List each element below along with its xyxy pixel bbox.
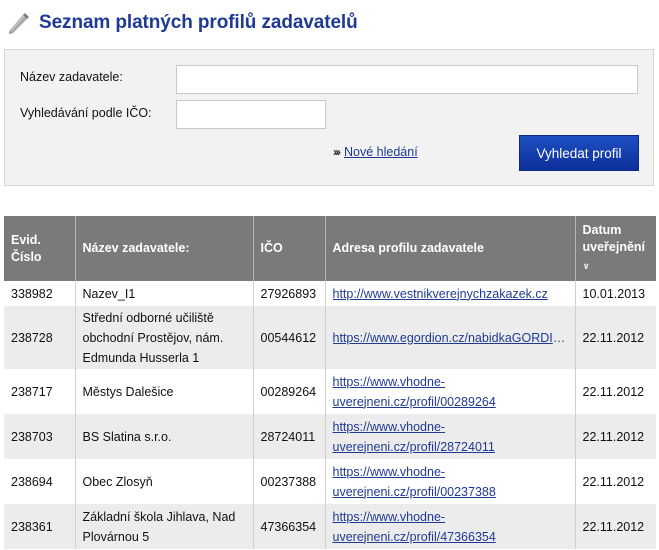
cell-name: Základní škola Jihlava, Nad Plovárnou 5 bbox=[75, 504, 254, 549]
new-search-link[interactable]: Nové hledání bbox=[344, 145, 418, 159]
col-header-name: Název zadavatele: bbox=[75, 216, 254, 281]
table-row: 238703 BS Slatina s.r.o. 28724011 https:… bbox=[4, 414, 656, 459]
cell-evid: 238717 bbox=[4, 369, 76, 414]
sort-desc-icon[interactable]: ∨ bbox=[583, 258, 650, 275]
table-row: 238694 Obec Zlosyň 00237388 https://www.… bbox=[4, 459, 656, 504]
cell-evid: 338982 bbox=[4, 281, 76, 306]
col-header-date-label: Datum uveřejnění bbox=[582, 223, 646, 254]
page-title: Seznam platných profilů zadavatelů bbox=[39, 12, 358, 33]
cell-date: 22.11.2012 bbox=[575, 459, 656, 504]
cell-date: 10.01.2013 bbox=[575, 281, 656, 306]
cell-name: Městys Dalešice bbox=[75, 369, 254, 414]
col-header-evid: Evid. Číslo bbox=[4, 216, 76, 281]
search-profile-button[interactable]: Vyhledat profil bbox=[519, 135, 639, 171]
cell-date: 22.11.2012 bbox=[575, 504, 656, 549]
cell-ico: 28724011 bbox=[253, 414, 326, 459]
ico-label: Vyhledávání podle IČO: bbox=[20, 106, 152, 120]
cell-name: Obec Zlosyň bbox=[75, 459, 254, 504]
profile-link[interactable]: http://www.vestnikverejnychzakazek.cz bbox=[333, 284, 568, 304]
col-header-date[interactable]: Datum uveřejnění ∨ bbox=[575, 216, 656, 281]
cell-ico: 00544612 bbox=[253, 306, 326, 369]
name-input[interactable] bbox=[176, 65, 638, 94]
cell-ico: 27926893 bbox=[253, 281, 326, 306]
cell-url: https://www.vhodne-uverejneni.cz/profil/… bbox=[325, 414, 576, 459]
col-header-url: Adresa profilu zadavatele bbox=[325, 216, 576, 281]
table-row: 238728 Střední odborné učiliště obchodní… bbox=[4, 306, 656, 369]
ico-input[interactable] bbox=[176, 100, 326, 129]
cell-name: BS Slatina s.r.o. bbox=[75, 414, 254, 459]
search-panel: Název zadavatele: Vyhledávání podle IČO:… bbox=[4, 49, 654, 186]
name-label: Název zadavatele: bbox=[20, 70, 123, 84]
col-header-ico: IČO bbox=[253, 216, 326, 281]
cell-name: Nazev_I1 bbox=[75, 281, 254, 306]
cell-evid: 238703 bbox=[4, 414, 76, 459]
cell-url: https://www.vhodne-uverejneni.cz/profil/… bbox=[325, 369, 576, 414]
double-chevron-right-icon: ››› bbox=[333, 145, 341, 159]
table-row: 238717 Městys Dalešice 00289264 https://… bbox=[4, 369, 656, 414]
cell-ico: 47366354 bbox=[253, 504, 326, 549]
cell-date: 22.11.2012 bbox=[575, 414, 656, 459]
cell-date: 22.11.2012 bbox=[575, 306, 656, 369]
new-search: ››› Nové hledání bbox=[333, 145, 418, 159]
profile-link[interactable]: https://www.vhodne-uverejneni.cz/profil/… bbox=[333, 375, 496, 409]
cell-name: Střední odborné učiliště obchodní Prostě… bbox=[75, 306, 254, 369]
profiles-table: Evid. Číslo Název zadavatele: IČO Adresa… bbox=[4, 216, 656, 549]
cell-url: https://www.vhodne-uverejneni.cz/profil/… bbox=[325, 459, 576, 504]
cell-evid: 238361 bbox=[4, 504, 76, 549]
profile-link[interactable]: https://www.vhodne-uverejneni.cz/profil/… bbox=[333, 510, 496, 544]
profile-link[interactable]: https://www.vhodne-uverejneni.cz/profil/… bbox=[333, 465, 496, 499]
cell-date: 22.11.2012 bbox=[575, 369, 656, 414]
profile-link[interactable]: https://www.vhodne-uverejneni.cz/profil/… bbox=[333, 420, 495, 454]
cell-ico: 00289264 bbox=[253, 369, 326, 414]
cell-url: http://www.vestnikverejnychzakazek.cz bbox=[325, 281, 576, 306]
pencil-icon bbox=[9, 13, 29, 34]
cell-evid: 238694 bbox=[4, 459, 76, 504]
cell-url: https://www.vhodne-uverejneni.cz/profil/… bbox=[325, 504, 576, 549]
cell-ico: 00237388 bbox=[253, 459, 326, 504]
page-header: Seznam platných profilů zadavatelů bbox=[4, 8, 358, 38]
cell-url: https://www.egordion.cz/nabidkaGORDIO… bbox=[325, 306, 576, 369]
profile-link[interactable]: https://www.egordion.cz/nabidkaGORDIO… bbox=[333, 328, 568, 348]
table-header-row: Evid. Číslo Název zadavatele: IČO Adresa… bbox=[4, 216, 656, 281]
table-row: 338982 Nazev_I1 27926893 http://www.vest… bbox=[4, 281, 656, 306]
table-row: 238361 Základní škola Jihlava, Nad Plová… bbox=[4, 504, 656, 549]
cell-evid: 238728 bbox=[4, 306, 76, 369]
